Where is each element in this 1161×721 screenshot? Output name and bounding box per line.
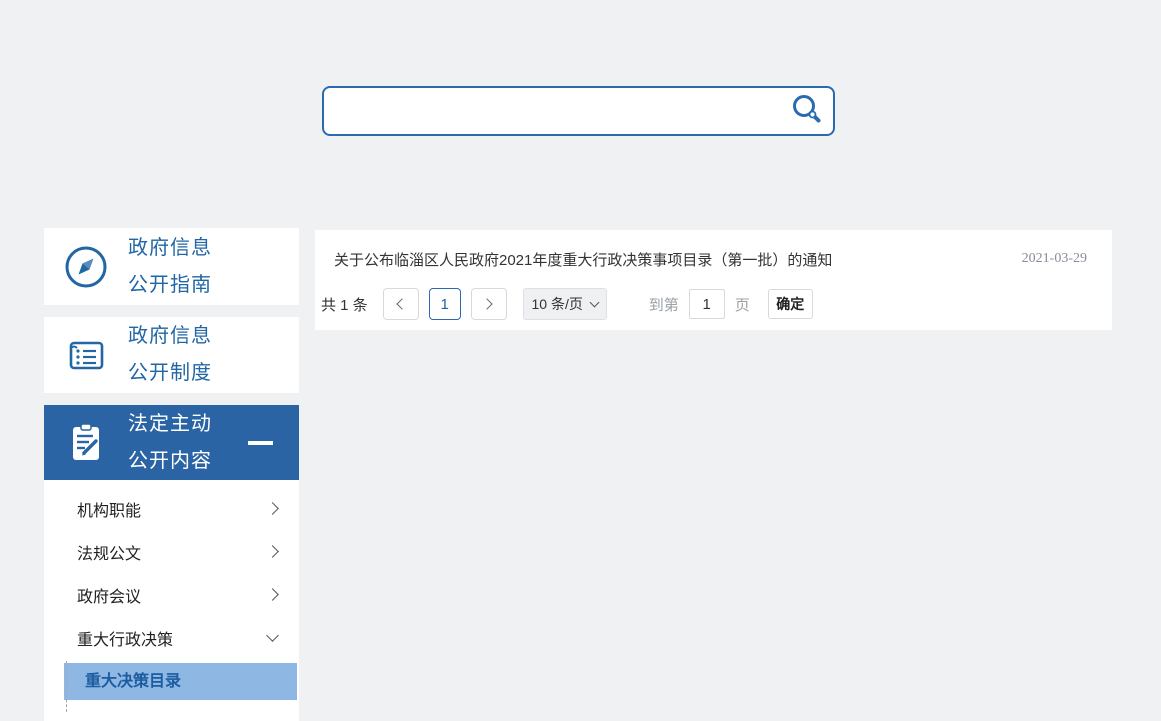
chevron-right-icon <box>481 298 493 310</box>
subitem-label: 政府会议 <box>77 588 142 606</box>
sidebar-label-line: 公开内容 <box>128 449 212 472</box>
search-input[interactable] <box>324 88 781 134</box>
chevron-down-icon <box>266 629 279 642</box>
page-size-value: 10 条/页 <box>531 296 583 312</box>
sidebar-label-line: 公开指南 <box>128 273 212 296</box>
sidebar-subitem-regulations[interactable]: 法规公文 <box>44 530 299 573</box>
subitem-label: 重大行政决策 <box>77 631 174 649</box>
collapse-minus-icon[interactable] <box>248 440 273 445</box>
prev-page-button[interactable] <box>382 288 419 320</box>
clipboard-pencil-icon <box>44 420 128 466</box>
page-number-button[interactable]: 1 <box>428 288 461 320</box>
content-panel: 关于公布临淄区人民政府2021年度重大行政决策事项目录（第一批）的通知 2021… <box>315 230 1112 330</box>
chevron-right-icon <box>266 588 279 601</box>
pagination-total: 共 1 条 <box>321 296 368 314</box>
sidebar-label-line: 政府信息 <box>128 325 212 347</box>
sidebar-label-line: 公开制度 <box>128 362 212 384</box>
sidebar-label-line: 政府信息 <box>128 236 212 259</box>
sidebar-subitem-org-functions[interactable]: 机构职能 <box>44 487 299 530</box>
sidebar-submenu: 机构职能 法规公文 政府会议 重大行政决策 重大决策目录 <box>44 480 299 721</box>
goto-page-prefix: 到第 <box>648 296 679 314</box>
subitem-label: 机构职能 <box>77 502 142 520</box>
sidebar-item-statutory-disclosure[interactable]: 法定主动 公开内容 <box>44 405 299 480</box>
next-page-button[interactable] <box>470 288 507 320</box>
goto-page-suffix: 页 <box>734 296 750 314</box>
list-item: 关于公布临淄区人民政府2021年度重大行政决策事项目录（第一批）的通知 2021… <box>334 240 1087 278</box>
sidebar-item-gov-info-system[interactable]: 政府信息 公开制度 <box>44 317 299 393</box>
tree-dashed-line <box>66 661 67 712</box>
page-size-select[interactable]: 10 条/页 <box>522 288 607 320</box>
chevron-down-icon <box>589 297 600 308</box>
news-title-link[interactable]: 关于公布临淄区人民政府2021年度重大行政决策事项目录（第一批）的通知 <box>334 249 832 270</box>
pagination-bar: 共 1 条 1 10 条/页 到第 页 确定 <box>321 288 1102 320</box>
search-bar <box>322 86 835 136</box>
search-icon <box>790 93 824 130</box>
news-date: 2021-03-29 <box>1021 251 1087 266</box>
sidebar-subitem-major-decisions[interactable]: 重大行政决策 <box>44 616 299 659</box>
chevron-left-icon <box>396 298 408 310</box>
ledger-icon <box>44 332 128 378</box>
sidebar-subitem-gov-meetings[interactable]: 政府会议 <box>44 573 299 616</box>
subitem-label: 法规公文 <box>77 545 142 563</box>
search-button[interactable] <box>781 88 833 134</box>
goto-page-input[interactable] <box>688 289 725 319</box>
compass-icon <box>44 244 128 290</box>
sidebar-item-gov-info-guide[interactable]: 政府信息 公开指南 <box>44 228 299 305</box>
sidebar-nested-item-decision-catalog[interactable]: 重大决策目录 <box>64 663 297 700</box>
chevron-right-icon <box>266 502 279 515</box>
chevron-right-icon <box>266 545 279 558</box>
sidebar-label-line: 法定主动 <box>128 412 212 435</box>
confirm-button[interactable]: 确定 <box>767 289 813 319</box>
